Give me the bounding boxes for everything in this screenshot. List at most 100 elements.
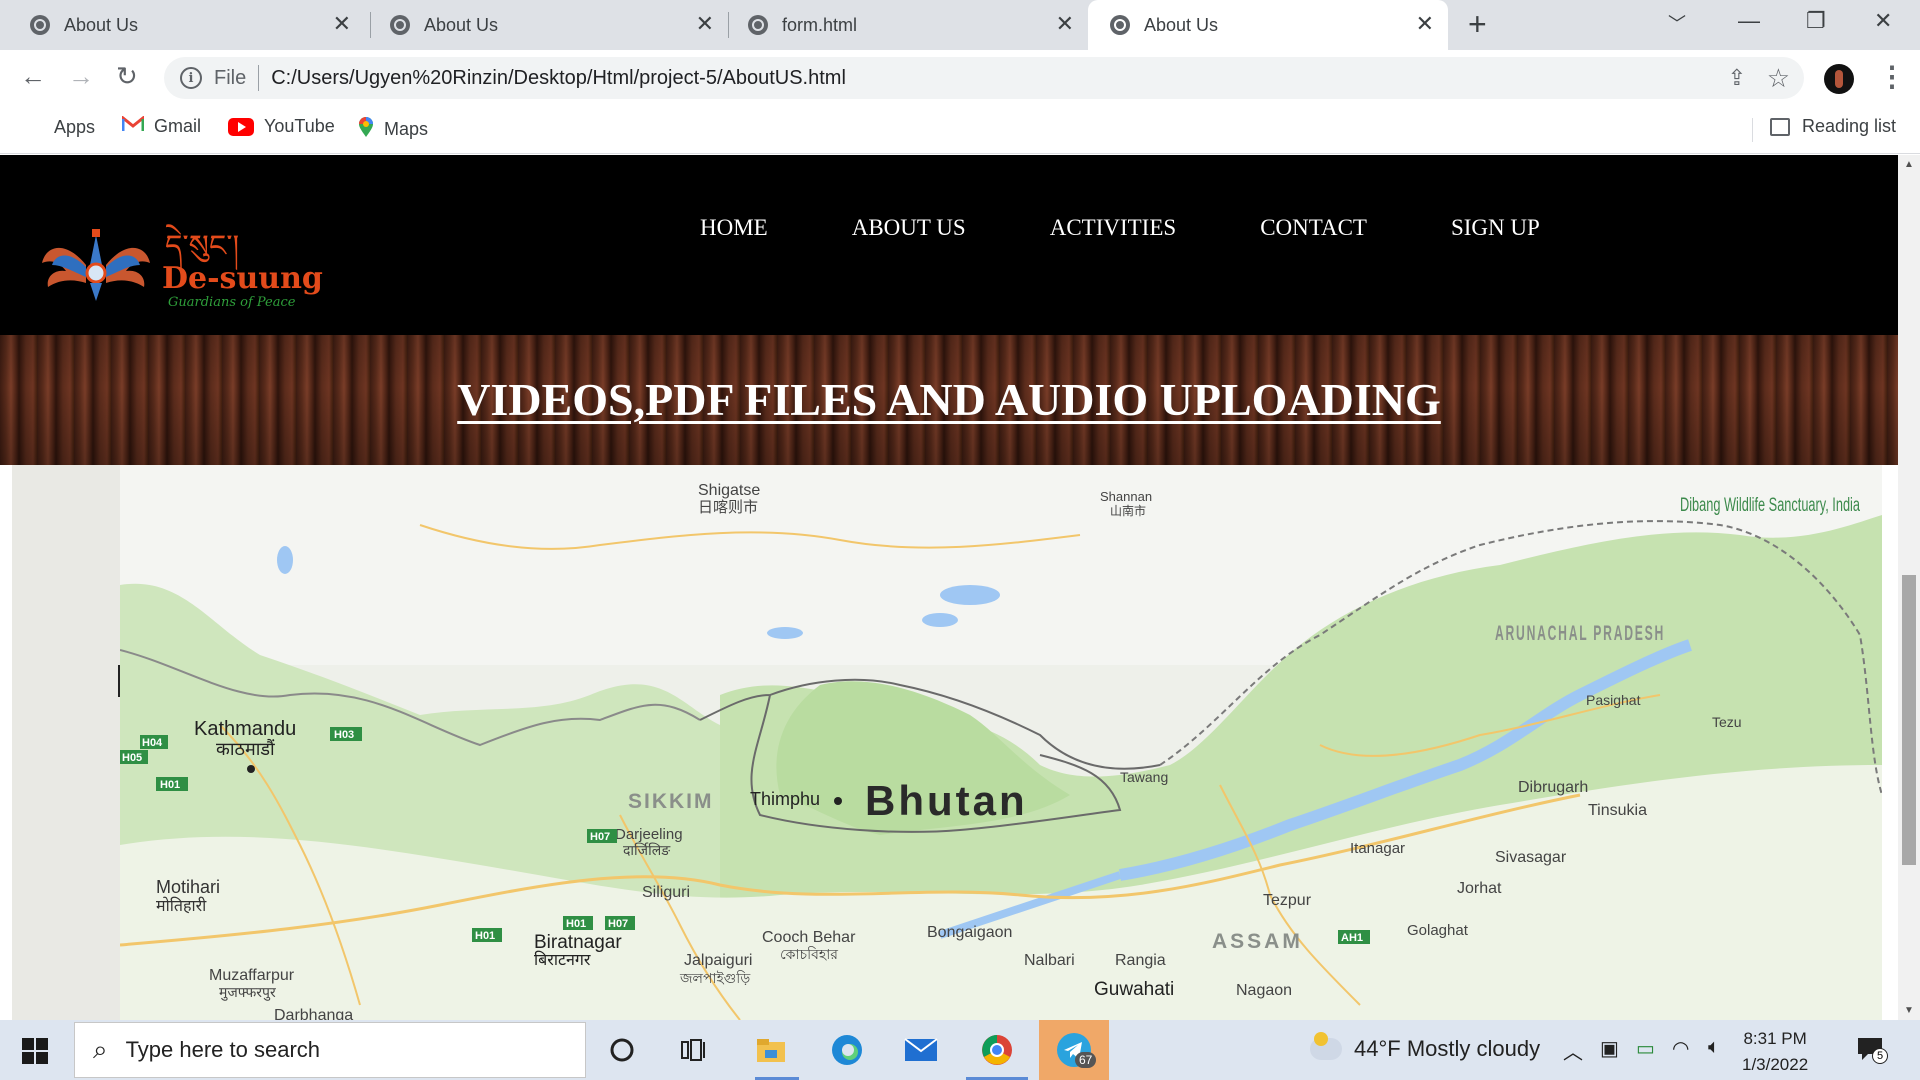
weather-text: 44°F Mostly cloudy xyxy=(1354,1036,1541,1061)
clock-time: 8:31 PM xyxy=(1743,1029,1807,1048)
chrome-icon[interactable] xyxy=(975,1030,1019,1070)
map-left-gutter xyxy=(12,465,123,1020)
scrollbar-thumb[interactable] xyxy=(1902,575,1916,865)
nav-home[interactable]: HOME xyxy=(700,215,768,241)
tab-form-html[interactable]: form.html ✕ xyxy=(726,0,1088,50)
highway-badge: H03 xyxy=(334,729,354,741)
map-label-rangia: Rangia xyxy=(1115,952,1166,969)
highway-badge: H04 xyxy=(142,737,163,749)
mail-icon[interactable] xyxy=(899,1030,943,1070)
system-clock[interactable]: 8:31 PM 1/3/2022 xyxy=(1742,1026,1808,1078)
map-label-thimphu: Thimphu xyxy=(750,789,820,809)
minimize-button[interactable]: — xyxy=(1738,8,1760,34)
restore-button[interactable]: ❐ xyxy=(1806,8,1826,34)
cortana-icon[interactable] xyxy=(600,1030,644,1070)
share-icon[interactable]: ⇪ xyxy=(1728,65,1746,91)
banner-title: VIDEOS,PDF FILES AND AUDIO UPLOADING xyxy=(457,374,1441,425)
tab-about-us-2[interactable]: About Us ✕ xyxy=(368,0,728,50)
task-view-icon[interactable] xyxy=(672,1030,716,1070)
map-label-motihari: Motihari xyxy=(156,877,220,897)
map-label-darbhanga: Darbhanga xyxy=(274,1007,353,1020)
scroll-down-arrow-icon[interactable]: ▼ xyxy=(1904,1005,1914,1016)
bookmark-label: Apps xyxy=(54,116,96,137)
search-icon: ⌕ xyxy=(93,1034,108,1064)
bookmark-youtube[interactable]: YouTube xyxy=(228,116,335,137)
clock-date: 1/3/2022 xyxy=(1742,1055,1809,1074)
map-label-shannan-sub: 山南市 xyxy=(1110,503,1146,518)
close-tab-icon[interactable]: ✕ xyxy=(333,13,351,35)
reading-list-separator xyxy=(1752,118,1753,142)
scroll-up-arrow-icon[interactable]: ▲ xyxy=(1904,159,1914,170)
wifi-icon[interactable]: ◠ xyxy=(1672,1036,1689,1061)
map-label-shigatse-sub: 日喀则市 xyxy=(698,499,758,516)
telegram-taskbar-button[interactable]: 67 xyxy=(1039,1020,1109,1080)
close-window-button[interactable]: ✕ xyxy=(1874,8,1892,34)
apps-grid-icon xyxy=(22,116,44,138)
map-label-sikkim: SIKKIM xyxy=(628,790,714,813)
volume-icon[interactable]: 🔈︎ xyxy=(1708,1036,1720,1059)
map-label-biratnagar-sub: बिराटनगर xyxy=(534,950,591,969)
reload-button[interactable]: ↻ xyxy=(116,62,138,90)
nav-sign-up[interactable]: SIGN UP xyxy=(1451,215,1540,241)
maps-pin-icon xyxy=(358,116,374,143)
map-label-darjeeling: Darjeeling xyxy=(615,826,683,843)
embedded-map[interactable]: Shigatse 日喀则市 Shannan 山南市 Dibang Wildlif… xyxy=(12,465,1882,1020)
map-label-guwahati: Guwahati xyxy=(1094,979,1174,1000)
battery-icon[interactable]: ▭ xyxy=(1636,1036,1655,1061)
map-label-kathmandu: Kathmandu xyxy=(194,718,296,740)
back-button[interactable]: ← xyxy=(20,62,46,90)
close-tab-icon[interactable]: ✕ xyxy=(1416,13,1434,35)
youtube-icon xyxy=(228,117,254,136)
new-tab-button[interactable]: + xyxy=(1468,8,1487,40)
show-hidden-icons-chevron-icon[interactable]: ︿ xyxy=(1563,1036,1583,1065)
map-country-label: Bhutan xyxy=(865,777,1028,824)
site-logo[interactable]: དེ་སུང་། De-suung Guardians of Peace xyxy=(40,220,340,310)
forward-button[interactable]: → xyxy=(68,62,94,90)
notification-center-icon[interactable]: 5 xyxy=(1856,1036,1888,1064)
gmail-icon xyxy=(121,114,145,137)
nav-about-us[interactable]: ABOUT US xyxy=(852,215,966,241)
map-label-itanagar: Itanagar xyxy=(1350,840,1405,857)
site-info-icon[interactable]: i xyxy=(180,67,202,89)
taskbar-search-box[interactable]: ⌕ Type here to search xyxy=(74,1022,586,1078)
map-label-shigatse: Shigatse xyxy=(698,482,760,499)
bookmark-maps[interactable]: Maps xyxy=(358,116,428,143)
map-label-siliguri: Siliguri xyxy=(642,884,690,901)
nav-contact[interactable]: CONTACT xyxy=(1260,215,1367,241)
close-tab-icon[interactable]: ✕ xyxy=(696,13,714,35)
weather-widget[interactable]: 44°F Mostly cloudy xyxy=(1310,1032,1541,1062)
browser-menu-icon[interactable]: ⋮ xyxy=(1878,60,1906,93)
file-explorer-icon[interactable] xyxy=(749,1030,793,1070)
url-text[interactable]: C:/Users/Ugyen%20Rinzin/Desktop/Html/pro… xyxy=(271,67,846,90)
close-tab-icon[interactable]: ✕ xyxy=(1056,13,1074,35)
wood-banner: VIDEOS,PDF FILES AND AUDIO UPLOADING xyxy=(0,335,1898,465)
nav-activities[interactable]: ACTIVITIES xyxy=(1050,215,1176,241)
tab-strip: About Us ✕ About Us ✕ form.html ✕ About … xyxy=(0,0,1920,50)
tab-title: About Us xyxy=(1144,14,1219,35)
scheme-label: File xyxy=(214,66,247,89)
edge-browser-icon[interactable] xyxy=(825,1030,869,1070)
map-canvas[interactable]: Shigatse 日喀则市 Shannan 山南市 Dibang Wildlif… xyxy=(120,465,1882,1020)
windows-start-icon[interactable] xyxy=(22,1038,48,1064)
partly-cloudy-icon xyxy=(1310,1032,1342,1060)
page-scrollbar[interactable]: ▲ ▼ xyxy=(1898,155,1920,1020)
tab-about-us-1[interactable]: About Us ✕ xyxy=(0,0,365,50)
map-label-arunachal: ARUNACHAL PRADESH xyxy=(1495,622,1665,645)
bookmark-gmail[interactable]: Gmail xyxy=(121,114,201,137)
tab-search-chevron-icon[interactable]: ﹀ xyxy=(1668,10,1686,36)
map-label-tezu: Tezu xyxy=(1712,714,1742,730)
site-header: དེ་སུང་། De-suung Guardians of Peace HOM… xyxy=(0,155,1898,335)
meet-now-icon[interactable]: ▣ xyxy=(1600,1036,1619,1061)
map-label-pasighat: Pasighat xyxy=(1586,692,1641,708)
bookmark-label: Maps xyxy=(384,119,429,139)
reading-list-button[interactable]: Reading list xyxy=(1770,116,1896,137)
map-label-cooch-behar: Cooch Behar xyxy=(762,929,856,946)
map-label-tezpur: Tezpur xyxy=(1263,892,1312,909)
bookmark-apps[interactable]: Apps xyxy=(22,116,95,138)
tab-title: About Us xyxy=(64,14,139,35)
tab-about-us-active[interactable]: About Us ✕ xyxy=(1088,0,1448,50)
address-bar[interactable]: i File C:/Users/Ugyen%20Rinzin/Desktop/H… xyxy=(164,57,1804,99)
taskbar-search-placeholder: Type here to search xyxy=(125,1037,321,1062)
bookmark-star-icon[interactable]: ☆ xyxy=(1767,63,1790,94)
profile-avatar[interactable] xyxy=(1824,64,1854,94)
